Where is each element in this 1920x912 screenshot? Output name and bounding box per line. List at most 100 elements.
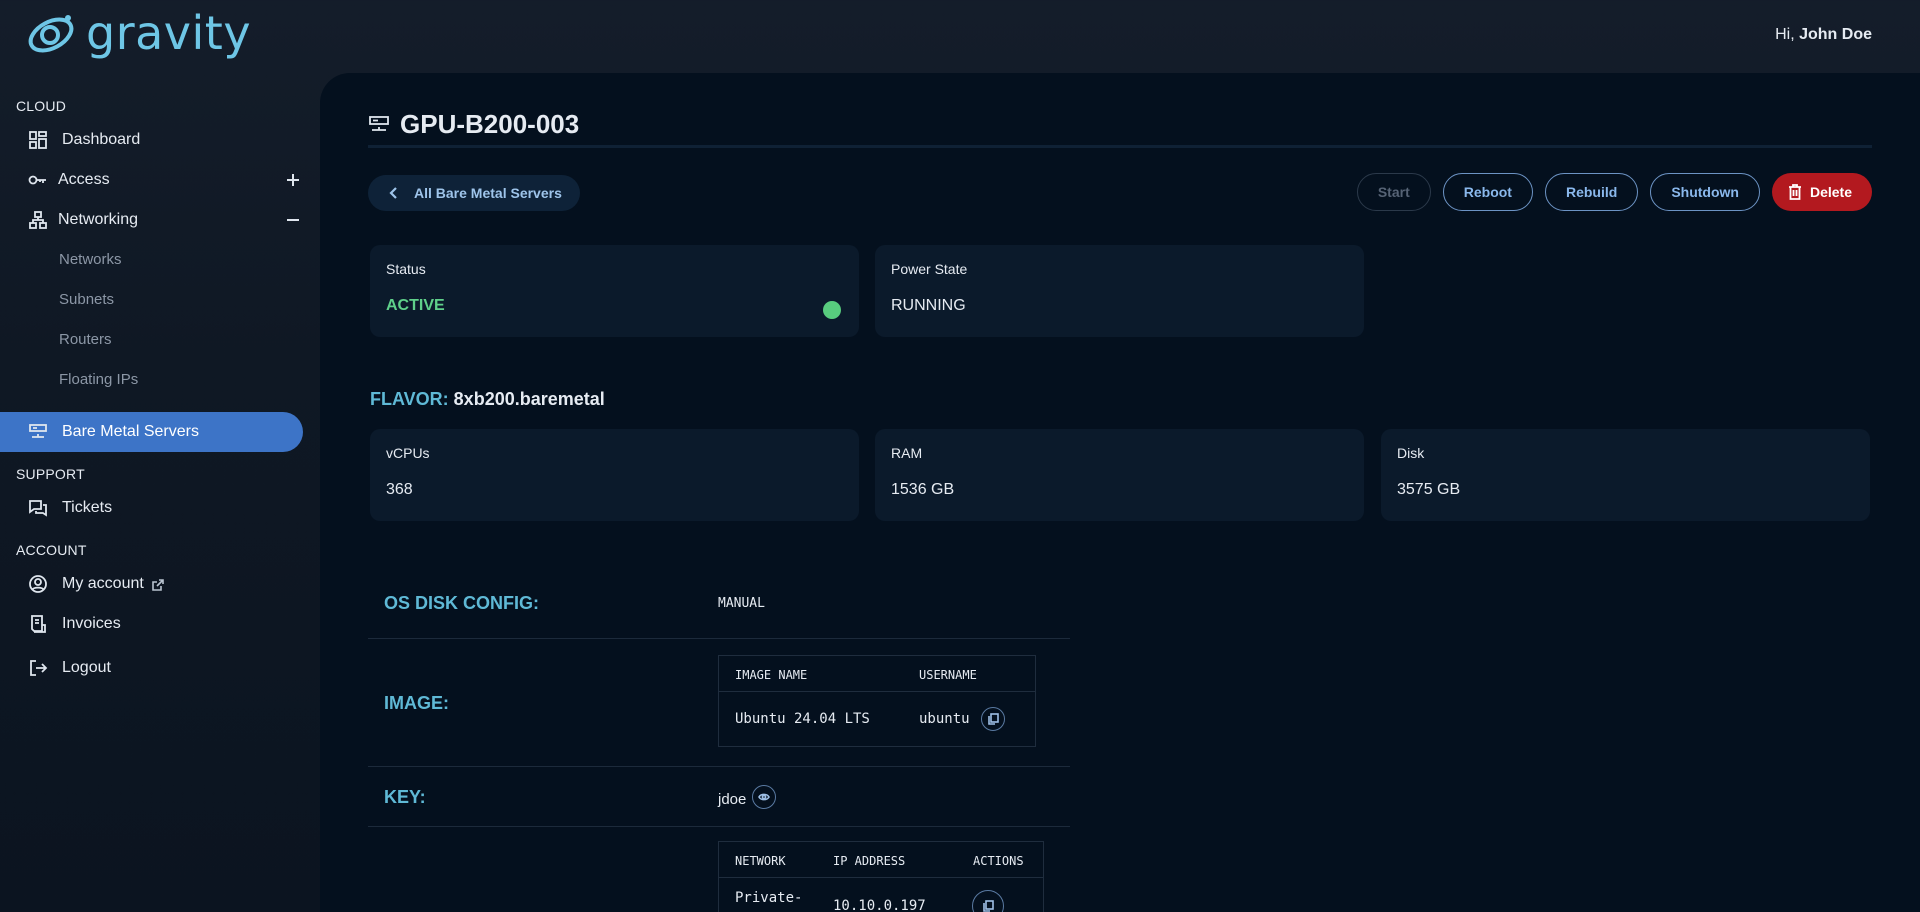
network-table-header: NETWORK IP ADDRESS ACTIONS	[719, 842, 1043, 878]
sidebar-subitem-floating-ips[interactable]: Floating IPs	[0, 360, 320, 400]
logo-text: gravity	[86, 6, 252, 60]
network-table: NETWORK IP ADDRESS ACTIONS Private- 10.1…	[718, 841, 1044, 912]
gravity-logo[interactable]: gravity	[26, 8, 251, 58]
vcpus-card: vCPUs 368	[370, 429, 859, 521]
chat-icon	[28, 498, 48, 518]
dashboard-icon	[28, 130, 48, 150]
sidebar-item-tickets[interactable]: Tickets	[0, 488, 303, 528]
key-row: KEY: jdoe	[368, 767, 1070, 827]
sidebar-item-label: Tickets	[62, 499, 113, 516]
sidebar-item-label: Logout	[62, 659, 111, 676]
disk-card: Disk 3575 GB	[1381, 429, 1870, 521]
page-header: GPU-B200-003	[368, 109, 579, 140]
image-row: IMAGE: IMAGE NAME USERNAME Ubuntu 24.04 …	[368, 639, 1070, 767]
collapse-minus-icon[interactable]	[283, 210, 303, 230]
sidebar-item-label: Dashboard	[62, 131, 141, 148]
vcpus-value: 368	[386, 481, 413, 498]
sidebar-item-label: Bare Metal Servers	[62, 423, 199, 440]
power-state-card: Power State RUNNING	[875, 245, 1364, 337]
action-bar: Start Reboot Rebuild Shutdown Delete	[1356, 173, 1872, 211]
image-table: IMAGE NAME USERNAME Ubuntu 24.04 LTS ubu…	[718, 655, 1036, 747]
server-icon	[28, 422, 48, 442]
sidebar-item-dashboard[interactable]: Dashboard	[0, 120, 303, 160]
power-state-label: Power State	[891, 261, 968, 277]
delete-button[interactable]: Delete	[1771, 173, 1872, 211]
shutdown-button[interactable]: Shutdown	[1650, 173, 1760, 211]
os-disk-config-key: OS DISK CONFIG:	[384, 593, 540, 613]
back-button-label: All Bare Metal Servers	[414, 185, 562, 201]
col-ip-address: IP ADDRESS	[833, 854, 906, 868]
logout-icon	[28, 658, 48, 678]
chevron-left-icon	[389, 187, 397, 199]
user-circle-icon	[28, 574, 48, 594]
copy-icon	[988, 713, 999, 725]
network-name-cell: Private-	[735, 890, 803, 906]
section-title-cloud: CLOUD	[16, 98, 67, 114]
vcpus-label: vCPUs	[386, 445, 430, 461]
sidebar-subitem-networks[interactable]: Networks	[0, 240, 320, 280]
table-row: Ubuntu 24.04 LTS ubuntu	[719, 692, 1035, 746]
key-key: KEY:	[384, 787, 426, 807]
copy-username-button[interactable]	[981, 707, 1005, 731]
power-state-value: RUNNING	[891, 297, 966, 314]
sidebar-subitem-subnets[interactable]: Subnets	[0, 280, 320, 320]
disk-label: Disk	[1397, 445, 1425, 461]
sidebar-item-label: Networking	[58, 211, 139, 228]
eye-icon	[758, 793, 770, 801]
os-disk-config-row: OS DISK CONFIG: MANUAL	[368, 569, 1070, 639]
status-label: Status	[386, 261, 426, 277]
ram-value: 1536 GB	[891, 481, 955, 498]
page-title: GPU-B200-003	[400, 109, 580, 139]
external-link-icon	[152, 578, 164, 591]
start-button[interactable]: Start	[1356, 173, 1431, 211]
greeting-prefix: Hi,	[1775, 26, 1795, 43]
reboot-button[interactable]: Reboot	[1442, 173, 1533, 211]
rebuild-button[interactable]: Rebuild	[1544, 173, 1639, 211]
copy-ip-button[interactable]	[972, 890, 1004, 912]
show-key-button[interactable]	[752, 785, 776, 809]
sidebar-item-label: Invoices	[62, 615, 121, 632]
sidebar-item-networking[interactable]: Networking	[0, 200, 303, 240]
status-value: ACTIVE	[386, 297, 445, 314]
expand-plus-icon[interactable]	[283, 170, 303, 190]
flavor-heading: FLAVOR: 8xb200.baremetal	[370, 389, 605, 410]
sidebar: CLOUD Dashboard Access Networking Networ…	[0, 92, 320, 688]
col-image-name: IMAGE NAME	[735, 668, 808, 682]
invoice-icon	[28, 614, 48, 634]
os-disk-config-value: MANUAL	[718, 596, 765, 611]
flavor-name: 8xb200.baremetal	[453, 389, 605, 409]
status-card: Status ACTIVE	[370, 245, 859, 337]
status-indicator-dot	[823, 301, 841, 319]
table-row: Private- 10.10.0.197	[719, 878, 1043, 912]
flavor-key: FLAVOR:	[370, 389, 449, 409]
sidebar-item-bare-metal-servers[interactable]: Bare Metal Servers	[0, 412, 303, 452]
main-panel: GPU-B200-003 All Bare Metal Servers Star…	[320, 73, 1920, 912]
sidebar-item-invoices[interactable]: Invoices	[0, 604, 303, 644]
server-icon	[369, 115, 389, 131]
title-divider	[368, 145, 1872, 148]
orbit-logo-icon	[28, 15, 74, 53]
user-name: John Doe	[1799, 26, 1872, 43]
image-username-cell: ubuntu	[919, 711, 970, 727]
ram-card: RAM 1536 GB	[875, 429, 1364, 521]
sidebar-subitem-routers[interactable]: Routers	[0, 320, 320, 360]
sidebar-item-access[interactable]: Access	[0, 160, 303, 200]
sidebar-item-my-account[interactable]: My account	[0, 564, 303, 604]
back-to-servers-button[interactable]: All Bare Metal Servers	[368, 175, 580, 211]
image-key: IMAGE:	[384, 693, 449, 713]
disk-value: 3575 GB	[1397, 481, 1461, 498]
image-table-header: IMAGE NAME USERNAME	[719, 656, 1035, 692]
image-name-cell: Ubuntu 24.04 LTS	[735, 711, 870, 727]
col-actions: ACTIONS	[973, 854, 1024, 868]
key-icon	[28, 170, 48, 190]
network-ip-cell: 10.10.0.197	[833, 898, 926, 912]
section-title-support: SUPPORT	[16, 466, 85, 482]
col-username: USERNAME	[919, 668, 977, 682]
delete-button-label: Delete	[1809, 184, 1852, 200]
key-value: jdoe	[718, 791, 747, 808]
sidebar-item-label: My account	[62, 575, 144, 592]
trash-icon	[1788, 184, 1801, 200]
network-icon	[28, 210, 48, 230]
user-greeting: Hi, John Doe	[1775, 26, 1872, 44]
sidebar-item-logout[interactable]: Logout	[0, 648, 303, 688]
